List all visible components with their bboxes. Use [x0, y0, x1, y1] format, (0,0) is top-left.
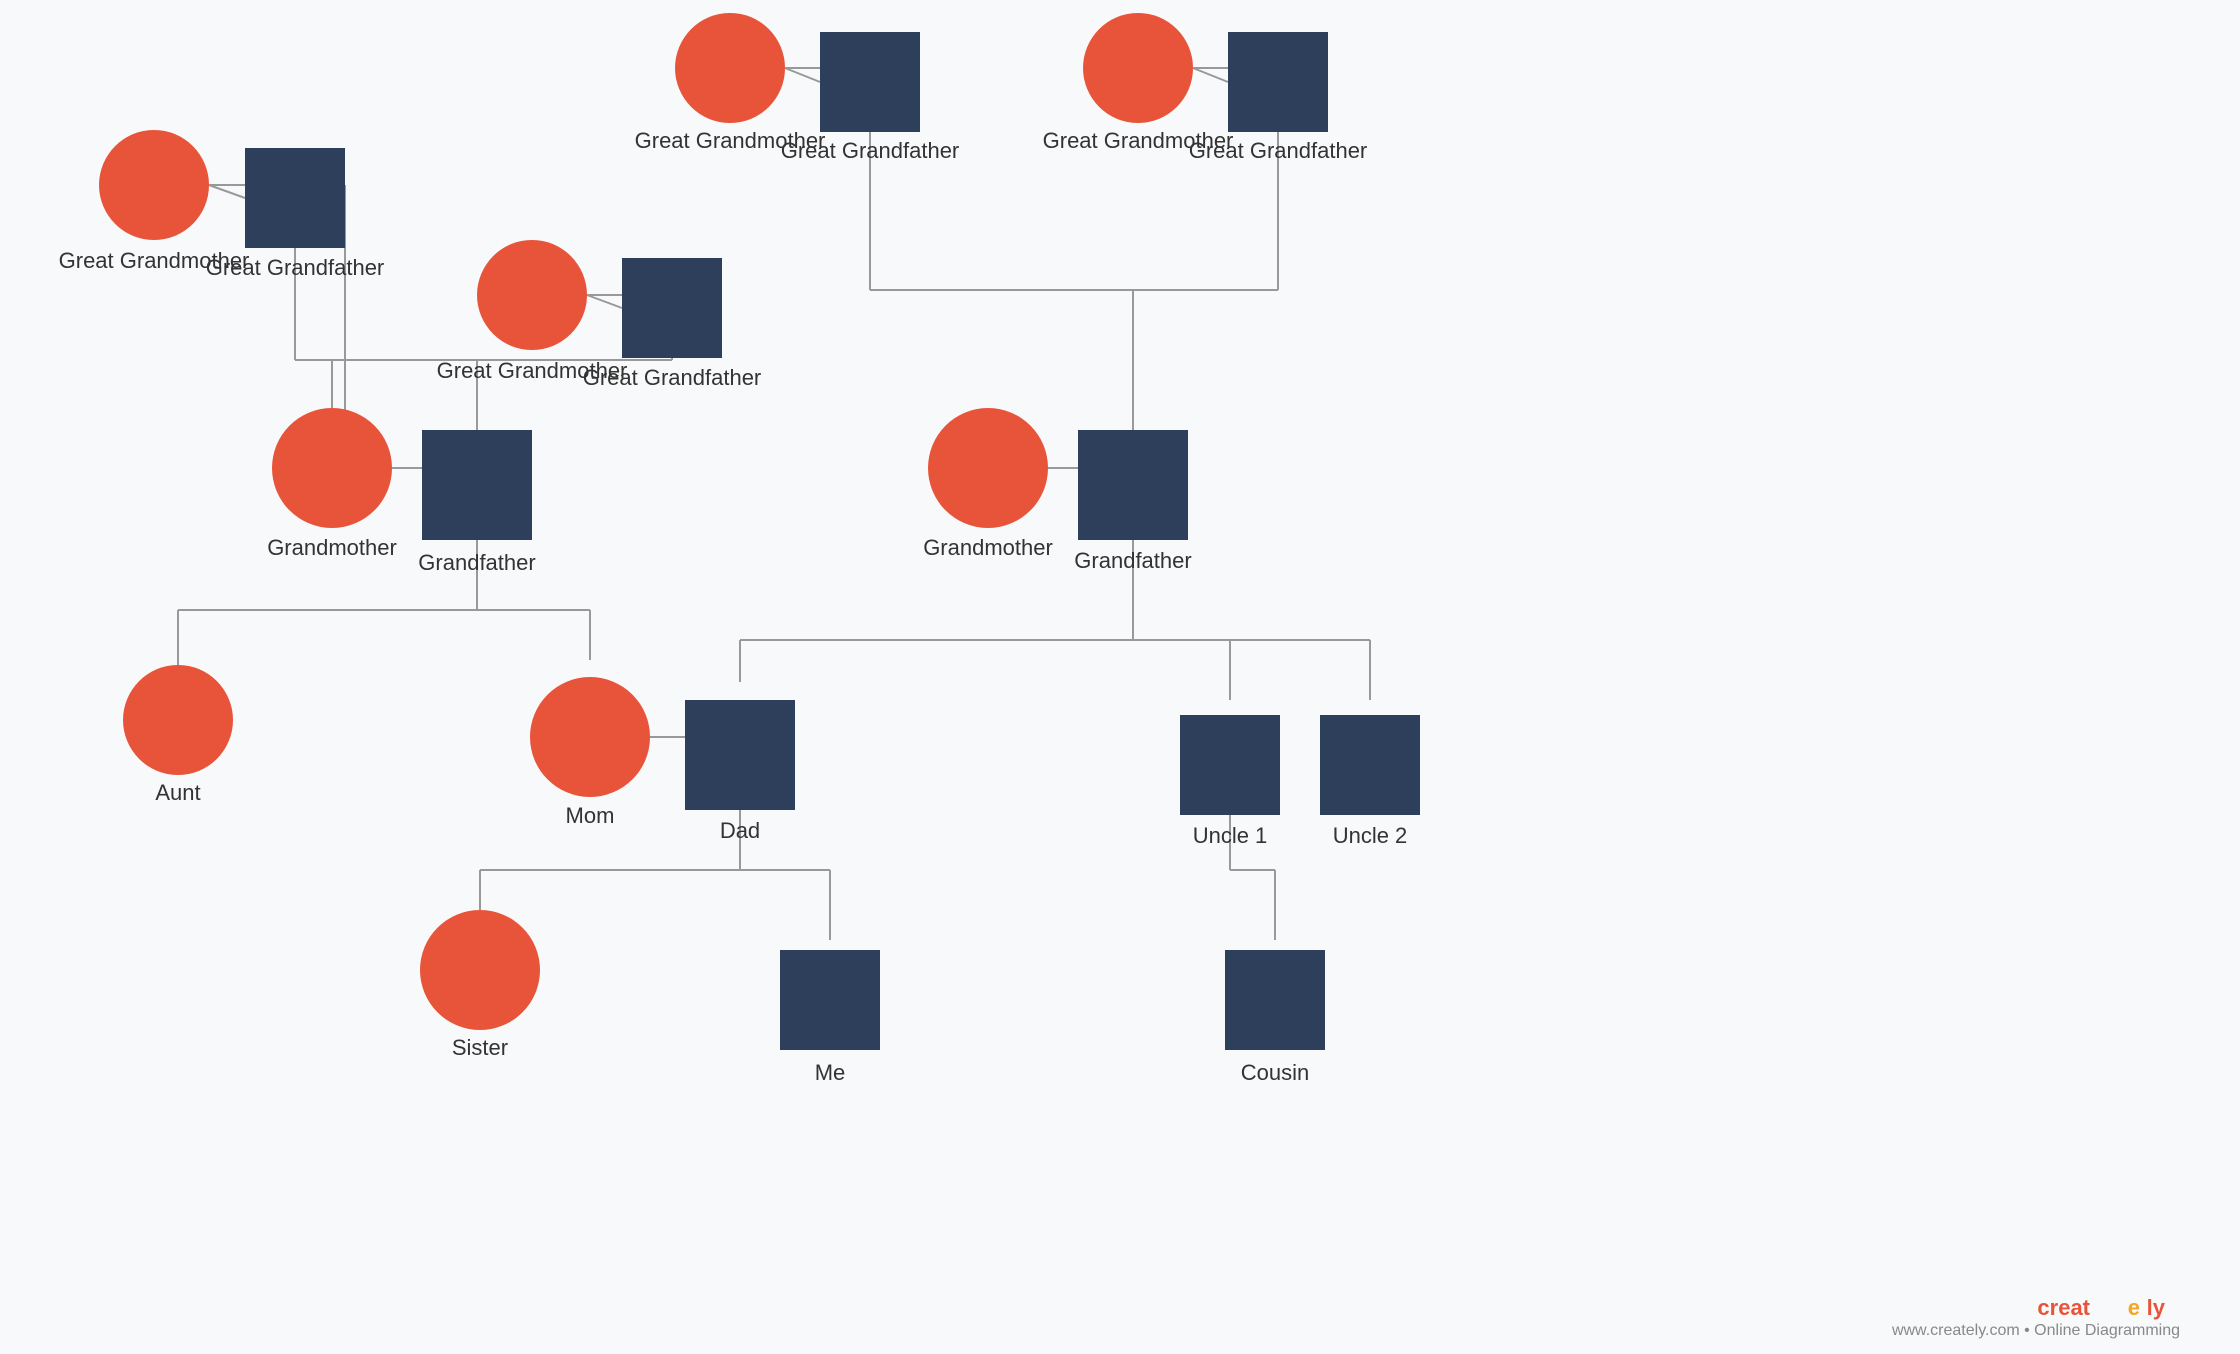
grandfather-right-node	[1078, 430, 1188, 540]
me-node	[780, 950, 880, 1050]
aunt-node	[123, 665, 233, 775]
grandmother-left-label: Grandmother	[267, 535, 397, 560]
dad-label: Dad	[720, 818, 760, 843]
great-grandfather-mid-left-label: Great Grandfather	[583, 365, 762, 390]
grandmother-right-node	[928, 408, 1048, 528]
uncle1-node	[1180, 715, 1280, 815]
uncle2-node	[1320, 715, 1420, 815]
great-grandmother-top-center-node	[675, 13, 785, 123]
great-grandfather-top-center-label: Great Grandfather	[781, 138, 960, 163]
great-grandfather-top-left-label: Great Grandfather	[206, 255, 385, 280]
brand-name-3: ly	[2147, 1295, 2166, 1320]
me-label: Me	[815, 1060, 846, 1085]
brand-name: creat	[2037, 1295, 2090, 1320]
great-grandfather-top-center-node	[820, 32, 920, 132]
dad-node	[685, 700, 795, 810]
great-grandfather-top-right-label: Great Grandfather	[1189, 138, 1368, 163]
uncle1-label: Uncle 1	[1193, 823, 1268, 848]
mom-node	[530, 677, 650, 797]
mom-label: Mom	[566, 803, 615, 828]
sister-label: Sister	[452, 1035, 508, 1060]
uncle2-label: Uncle 2	[1333, 823, 1408, 848]
grandmother-right-label: Grandmother	[923, 535, 1053, 560]
family-tree-diagram: Great Grandmother Great Grandfather Grea…	[0, 0, 2240, 1354]
aunt-label: Aunt	[155, 780, 200, 805]
cousin-node	[1225, 950, 1325, 1050]
grandfather-right-label: Grandfather	[1074, 548, 1191, 573]
great-grandmother-top-left-node	[99, 130, 209, 240]
grandmother-left-node	[272, 408, 392, 528]
great-grandmother-mid-left-node	[477, 240, 587, 350]
brand-name-2: e	[2128, 1295, 2140, 1320]
sister-node	[420, 910, 540, 1030]
great-grandfather-top-left-node	[245, 148, 345, 248]
great-grandfather-top-right-node	[1228, 32, 1328, 132]
great-grandfather-mid-left-node	[622, 258, 722, 358]
great-grandmother-top-right-node	[1083, 13, 1193, 123]
grandfather-left-node	[422, 430, 532, 540]
grandfather-left-label: Grandfather	[418, 550, 535, 575]
brand-tagline: www.creately.com • Online Diagramming	[1891, 1322, 2180, 1339]
cousin-label: Cousin	[1241, 1060, 1309, 1085]
